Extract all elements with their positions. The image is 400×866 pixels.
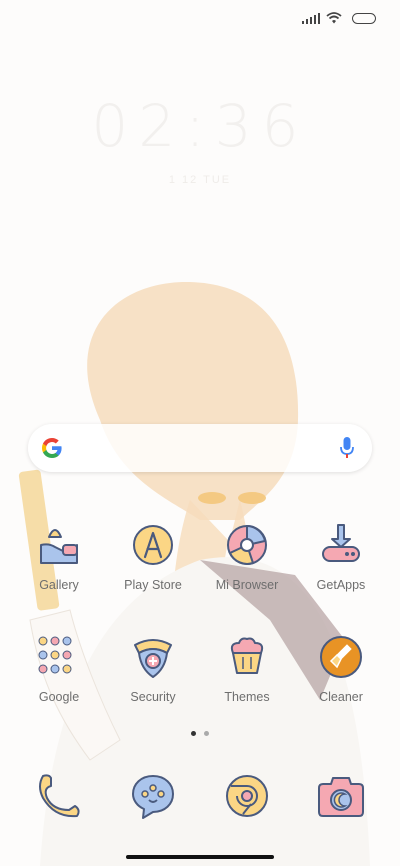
battery-icon bbox=[352, 12, 376, 24]
app-google-folder[interactable]: Google bbox=[12, 633, 106, 704]
google-search-bar[interactable] bbox=[28, 424, 372, 472]
app-getapps[interactable]: GetApps bbox=[294, 521, 388, 592]
app-label: Gallery bbox=[39, 578, 79, 592]
browser-icon bbox=[223, 521, 271, 569]
google-folder-icon bbox=[35, 633, 83, 681]
app-label: Security bbox=[130, 690, 176, 704]
google-g-icon bbox=[42, 438, 62, 458]
app-security[interactable]: Security bbox=[106, 633, 200, 704]
app-label: GetApps bbox=[316, 578, 366, 592]
page-dot-active bbox=[191, 731, 196, 736]
signal-icon bbox=[301, 12, 320, 24]
app-cleaner[interactable]: Cleaner bbox=[294, 633, 388, 704]
security-icon bbox=[129, 633, 177, 681]
app-label: Play Store bbox=[124, 578, 182, 592]
app-themes[interactable]: Themes bbox=[200, 633, 294, 704]
camera-icon bbox=[317, 772, 365, 820]
phone-icon bbox=[35, 772, 83, 820]
app-label: Cleaner bbox=[319, 690, 363, 704]
dock-messages[interactable] bbox=[106, 772, 200, 820]
play-store-icon bbox=[129, 521, 177, 569]
gallery-icon bbox=[35, 521, 83, 569]
getapps-icon bbox=[317, 521, 365, 569]
app-mi-browser[interactable]: Mi Browser bbox=[200, 521, 294, 592]
app-play-store[interactable]: Play Store bbox=[106, 521, 200, 592]
app-label: Themes bbox=[224, 690, 270, 704]
messages-icon bbox=[129, 772, 177, 820]
themes-icon bbox=[223, 633, 271, 681]
page-indicator bbox=[0, 731, 400, 736]
app-label: Mi Browser bbox=[215, 578, 279, 592]
dock-chrome[interactable] bbox=[200, 772, 294, 820]
app-gallery[interactable]: Gallery bbox=[12, 521, 106, 592]
clock-time[interactable]: 02:36 bbox=[0, 92, 400, 160]
app-label: Google bbox=[38, 690, 80, 704]
wifi-icon bbox=[326, 12, 342, 24]
clock-date: 1 12 TUE bbox=[168, 174, 232, 186]
home-gesture-bar[interactable] bbox=[126, 855, 274, 859]
status-bar bbox=[301, 10, 376, 26]
cleaner-icon bbox=[317, 633, 365, 681]
page-dot bbox=[204, 731, 209, 736]
dock-phone[interactable] bbox=[12, 772, 106, 820]
mic-icon[interactable] bbox=[340, 436, 354, 460]
dock-camera[interactable] bbox=[294, 772, 388, 820]
chrome-icon bbox=[223, 772, 271, 820]
